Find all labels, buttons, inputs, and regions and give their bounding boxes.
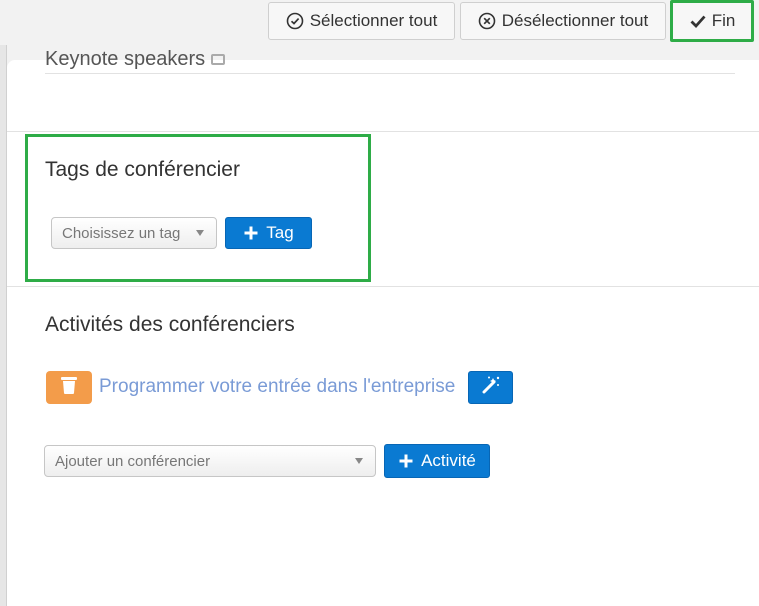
select-all-button[interactable]: Sélectionner tout — [268, 2, 455, 40]
check-circle-icon — [286, 12, 304, 30]
tag-select-placeholder: Choisissez un tag — [62, 224, 181, 242]
tag-select[interactable]: Choisissez un tag — [51, 217, 217, 249]
x-circle-icon — [478, 12, 496, 30]
activity-link[interactable]: Programmer votre entrée dans l'entrepris… — [99, 376, 455, 398]
select-all-label: Sélectionner tout — [309, 11, 438, 30]
section-divider — [7, 131, 759, 132]
auto-activity-button[interactable] — [468, 371, 513, 404]
speaker-tags-title: Tags de conférencier — [45, 158, 240, 181]
plus-icon — [243, 225, 259, 241]
deselect-all-label: Désélectionner tout — [501, 11, 649, 30]
left-panel-edge — [0, 45, 7, 606]
speaker-select[interactable]: Ajouter un conférencier — [44, 445, 376, 477]
speaker-tags-highlight — [25, 134, 371, 282]
top-toolbar: Sélectionner tout Désélectionner tout Fi… — [0, 0, 759, 45]
delete-activity-button[interactable] — [46, 371, 92, 404]
add-tag-button[interactable]: Tag — [225, 217, 312, 249]
row-divider — [45, 73, 735, 74]
keynote-speakers-label: Keynote speakers — [45, 48, 206, 70]
keynote-speakers-row: Keynote speakers — [45, 48, 226, 71]
section-divider — [7, 286, 759, 287]
settings-panel: Keynote speakers Tags de conférencier Ch… — [7, 48, 759, 606]
trash-icon — [60, 375, 78, 400]
checkbox-icon[interactable] — [211, 54, 226, 66]
chevron-down-icon — [355, 458, 363, 464]
deselect-all-button[interactable]: Désélectionner tout — [460, 2, 666, 40]
plus-icon — [398, 453, 414, 469]
done-label: Fin — [711, 11, 736, 30]
add-activity-button[interactable]: Activité — [384, 444, 490, 478]
speaker-activities-title: Activités des conférenciers — [45, 313, 295, 336]
add-activity-label: Activité — [421, 451, 476, 470]
done-button[interactable]: Fin — [670, 0, 754, 42]
magic-wand-icon — [481, 375, 501, 400]
checkmark-icon — [689, 12, 707, 30]
add-tag-label: Tag — [266, 223, 294, 242]
speaker-select-placeholder: Ajouter un conférencier — [55, 452, 211, 470]
chevron-down-icon — [196, 230, 204, 236]
